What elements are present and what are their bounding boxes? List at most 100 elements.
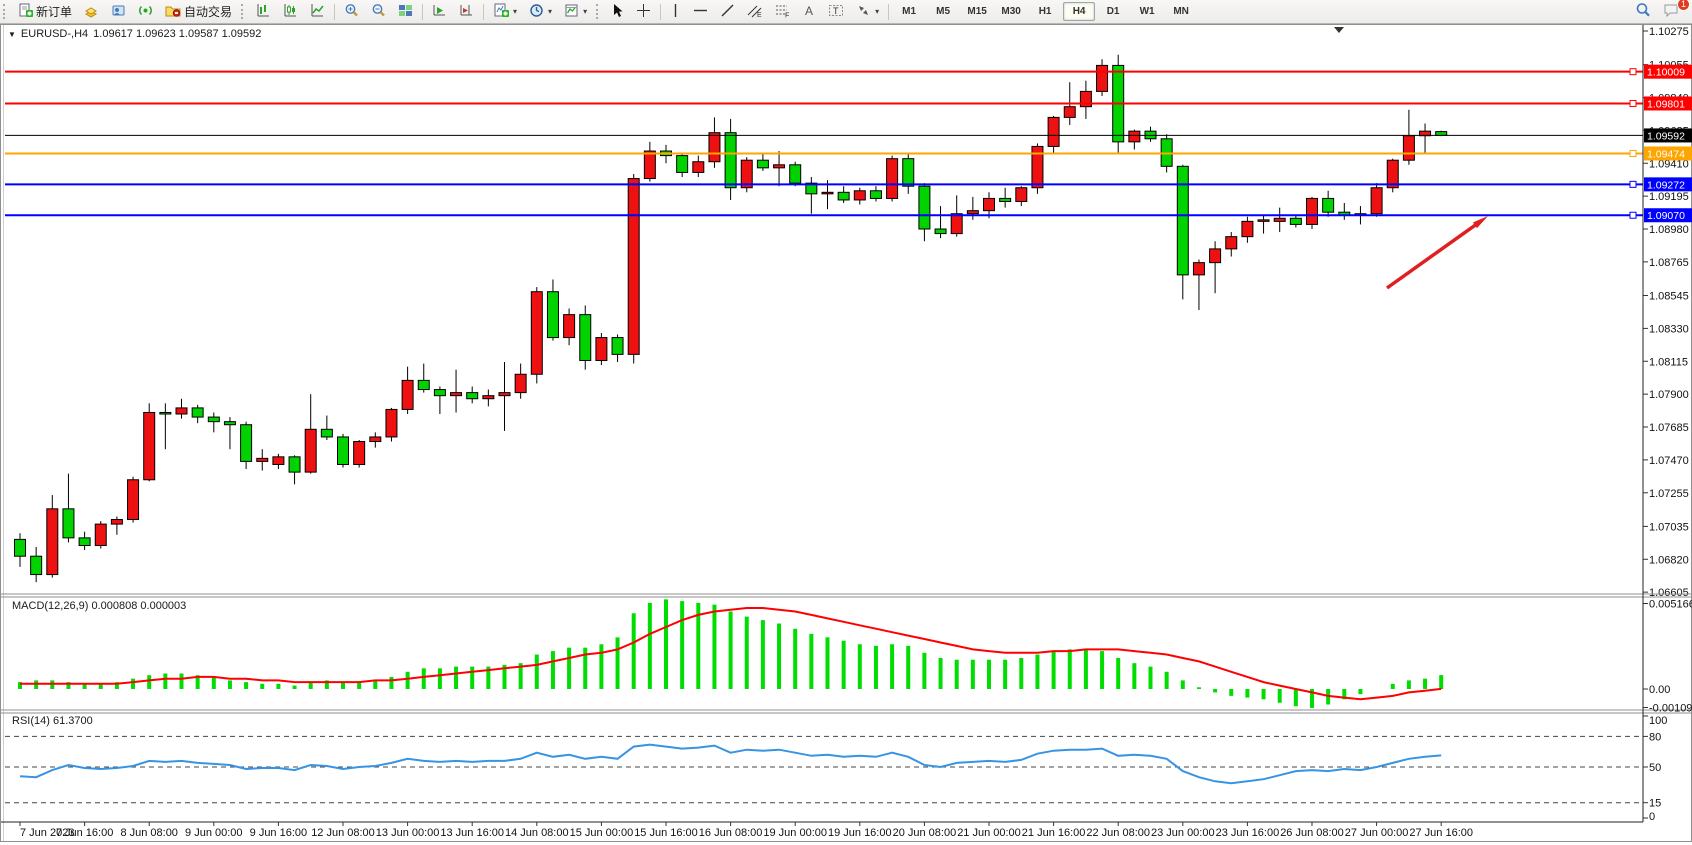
templates-icon	[564, 3, 579, 21]
candle	[418, 380, 429, 389]
templates-button[interactable]: ▾	[559, 1, 592, 22]
price-axis-label: 1.08980	[1649, 224, 1689, 236]
chevron-down-icon: ▾	[583, 7, 587, 16]
trendline-icon	[720, 3, 735, 21]
time-axis-label: 21 Jun 00:00	[957, 827, 1021, 839]
price-axis-label: 1.08115	[1649, 356, 1688, 368]
autotrading-icon	[165, 3, 181, 21]
search-button[interactable]	[1630, 1, 1656, 22]
toolbar-separator	[483, 4, 484, 20]
arrows-button[interactable]: ▾	[851, 1, 884, 22]
navigator-icon	[138, 3, 153, 21]
candle	[1290, 218, 1301, 224]
data-window-button[interactable]	[106, 1, 131, 22]
horizontal-line-icon	[693, 3, 708, 21]
candle	[903, 159, 914, 187]
candle	[967, 211, 978, 214]
time-axis-label: 15 Jun 00:00	[570, 827, 634, 839]
notifications-button[interactable]: 1	[1658, 1, 1685, 22]
zoom-out-icon	[371, 3, 386, 21]
auto-scroll-button[interactable]	[427, 1, 452, 22]
candlestick-chart-button[interactable]	[278, 1, 303, 22]
chart-canvas[interactable]: 1.102751.100551.098401.096251.094101.091…	[0, 0, 1692, 845]
candle	[822, 192, 833, 194]
candle	[628, 179, 639, 355]
candle	[208, 417, 219, 422]
chart-window-frame	[1, 25, 1692, 842]
new-order-button[interactable]: 新订单	[13, 1, 77, 22]
time-axis-label: 7 Jun 16:00	[56, 827, 114, 839]
candle	[677, 156, 688, 173]
timeframe-button-d1[interactable]: D1	[1097, 2, 1129, 21]
line-handle[interactable]	[1630, 212, 1636, 218]
timeframe-button-h1[interactable]: H1	[1029, 2, 1061, 21]
candle	[1258, 220, 1269, 222]
candle	[951, 214, 962, 234]
line-handle[interactable]	[1630, 69, 1636, 75]
timeframe-button-w1[interactable]: W1	[1131, 2, 1163, 21]
price-axis-label: 1.06820	[1649, 554, 1689, 566]
text-label-icon: T	[828, 3, 844, 21]
candle	[984, 198, 995, 210]
time-axis-label: 23 Jun 00:00	[1151, 827, 1215, 839]
candle	[111, 520, 122, 525]
fibonacci-button[interactable]: F	[770, 1, 796, 22]
periods-button[interactable]: ▾	[524, 1, 557, 22]
clock-icon	[529, 3, 544, 21]
candle	[919, 186, 930, 229]
candle	[1000, 198, 1011, 201]
candle	[725, 133, 736, 188]
candle	[144, 412, 155, 479]
rsi-axis-label: 15	[1649, 798, 1661, 810]
line-handle[interactable]	[1630, 181, 1636, 187]
indicators-button[interactable]: ▾	[488, 1, 522, 22]
market-watch-button[interactable]	[79, 1, 104, 22]
line-chart-icon	[310, 3, 325, 21]
timeframe-button-h4[interactable]: H4	[1063, 2, 1095, 21]
time-axis-label: 16 Jun 08:00	[699, 827, 763, 839]
crosshair-button[interactable]	[631, 1, 656, 22]
candle	[467, 393, 478, 399]
bar-chart-button[interactable]	[251, 1, 276, 22]
text-label-button[interactable]: T	[823, 1, 849, 22]
horizontal-line-button[interactable]	[688, 1, 713, 22]
candle	[531, 292, 542, 375]
rsi-axis-label: 100	[1649, 715, 1667, 727]
line-handle[interactable]	[1630, 150, 1636, 156]
collapse-triangle-icon[interactable]: ▼	[8, 30, 16, 39]
timeframe-button-m5[interactable]: M5	[927, 2, 959, 21]
zoom-in-button[interactable]	[339, 1, 364, 22]
toolbar-separator	[888, 4, 889, 20]
chart-shift-button[interactable]	[454, 1, 479, 22]
line-chart-button[interactable]	[305, 1, 330, 22]
candle	[644, 151, 655, 179]
equidistant-channel-button[interactable]: E	[742, 1, 768, 22]
zoom-out-button[interactable]	[366, 1, 391, 22]
candle	[451, 393, 462, 396]
candle	[547, 292, 558, 338]
timeframe-button-m15[interactable]: M15	[961, 2, 993, 21]
vertical-line-button[interactable]	[665, 1, 686, 22]
svg-text:E: E	[757, 12, 762, 18]
tile-windows-button[interactable]	[393, 1, 418, 22]
time-axis-label: 27 Jun 16:00	[1409, 827, 1473, 839]
toolbar-grip	[3, 4, 9, 19]
candle	[774, 165, 785, 168]
candle	[1436, 132, 1447, 136]
line-handle[interactable]	[1630, 100, 1636, 106]
autotrading-button[interactable]: 自动交易	[160, 1, 237, 22]
timeframe-button-m30[interactable]: M30	[995, 2, 1027, 21]
timeframe-button-mn[interactable]: MN	[1165, 2, 1197, 21]
cursor-button[interactable]	[606, 1, 629, 22]
indicators-icon	[493, 3, 509, 21]
candle	[1371, 188, 1382, 214]
rsi-axis-label: 80	[1649, 731, 1661, 743]
market-watch-icon	[84, 3, 99, 21]
trendline-button[interactable]	[715, 1, 740, 22]
text-button[interactable]: A	[798, 1, 821, 22]
vertical-line-icon	[670, 3, 681, 21]
timeframe-button-m1[interactable]: M1	[893, 2, 925, 21]
crosshair-icon	[636, 3, 651, 21]
time-axis-label: 20 Jun 08:00	[893, 827, 957, 839]
navigator-button[interactable]	[133, 1, 158, 22]
